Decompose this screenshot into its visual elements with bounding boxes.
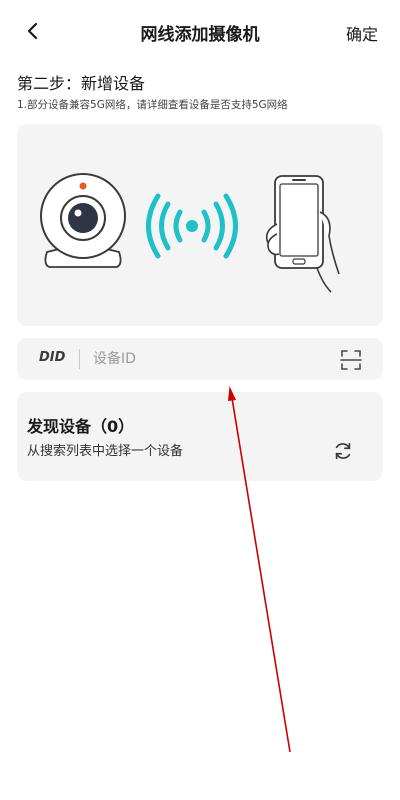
device-discovery-card: 发现设备（0） 从搜索列表中选择一个设备 [17, 392, 383, 481]
confirm-button[interactable]: 确定 [346, 21, 378, 45]
device-id-input[interactable] [93, 344, 323, 374]
step-title: 第二步：新增设备 [17, 74, 146, 93]
step-note: 1.部分设备兼容5G网络，请详细查看设备是否支持5G网络 [17, 99, 288, 111]
did-divider [79, 349, 80, 369]
discovery-subtitle: 从搜索列表中选择一个设备 [27, 444, 184, 459]
discovery-title: 发现设备（0） [27, 417, 135, 436]
wifi-signal-icon [146, 193, 238, 259]
refresh-icon[interactable] [332, 440, 354, 462]
nav-bar: 网线添加摄像机 确定 [0, 0, 400, 62]
illustration-card [17, 124, 383, 326]
did-input-field[interactable]: DID [17, 338, 383, 380]
did-label: DID [39, 350, 66, 365]
page-title: 网线添加摄像机 [140, 25, 260, 45]
webcam-icon [40, 173, 126, 268]
scan-icon[interactable] [339, 348, 363, 372]
phone-in-hand-icon [265, 175, 340, 293]
illustration-graphic [40, 173, 340, 293]
